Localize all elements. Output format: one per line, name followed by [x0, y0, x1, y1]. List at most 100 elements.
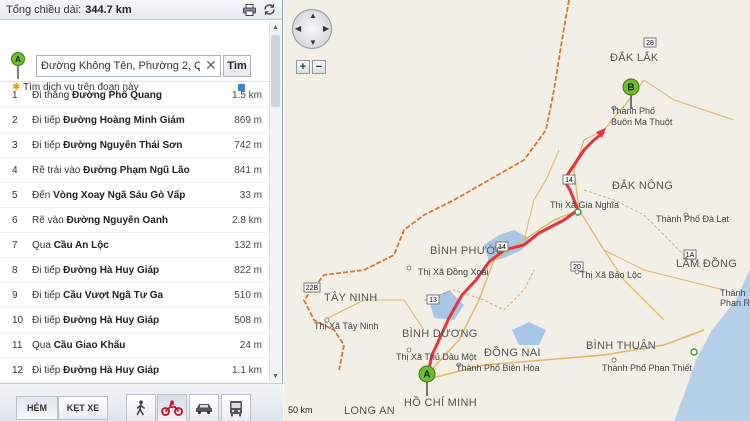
step-prefix: Đi thẳng [32, 89, 70, 101]
pan-right-icon[interactable]: ▶ [323, 24, 329, 33]
step-instruction: Đi tiếp Đường Hoàng Minh Giám [32, 115, 216, 126]
step-prefix: Đi tiếp [32, 314, 61, 326]
step-distance: 1.5 km [231, 89, 262, 101]
map-label-bao-loc: Thị Xã Bảo Lộc [580, 270, 642, 280]
step-distance: 1.1 km [231, 364, 262, 376]
step-road: Đường Phố Quang [72, 89, 162, 101]
direction-step[interactable]: 3 Đi tiếp Đường Nguyễn Thái Sơn 742 m [0, 133, 268, 158]
pan-down-icon[interactable]: ▼ [309, 38, 317, 47]
step-prefix: Qua [32, 239, 51, 251]
step-number: 10 [12, 314, 24, 326]
start-marker-label: A [423, 370, 430, 381]
step-number: 4 [12, 164, 18, 176]
search-button[interactable]: Tìm [223, 55, 251, 77]
start-pin-icon: A [10, 52, 26, 83]
step-distance: 841 m [234, 164, 262, 176]
tab-hem[interactable]: HẺM [16, 396, 58, 420]
refresh-icon[interactable] [262, 3, 276, 17]
map-label-tx-tay-ninh: Thị Xã Tây Ninh [314, 321, 379, 331]
tab-ket-xe[interactable]: KẸT XE [58, 396, 108, 420]
map-label-lam-dong: LÂM ĐỒNG [676, 258, 738, 270]
app: Tổng chiều dài: 344.7 km A ✕ Tìm ✱ Tìm d… [0, 0, 750, 421]
step-road: Đường Hoàng Minh Giám [63, 114, 185, 126]
pan-left-icon[interactable]: ◀ [295, 24, 301, 33]
step-number: 1 [12, 89, 18, 101]
step-number: 2 [12, 114, 18, 126]
step-number: 11 [12, 339, 23, 351]
steps-list: 1 Đi thẳng Đường Phố Quang 1.5 km 2 Đi tiếp … [0, 83, 268, 383]
step-distance: 869 m [234, 114, 262, 126]
map-label-bmt-2: Buôn Ma Thuột [611, 117, 673, 127]
step-number: 12 [12, 364, 24, 376]
zoom-out-button[interactable]: − [312, 60, 326, 74]
step-number: 6 [12, 214, 18, 226]
step-road: Đường Hà Huy Giáp [63, 264, 160, 276]
step-number: 8 [12, 264, 18, 276]
direction-step[interactable]: 11 Qua Cầu Giao Khẩu 24 m [0, 333, 268, 358]
scroll-up-icon[interactable]: ▲ [270, 22, 281, 33]
car-mode-button[interactable] [189, 394, 219, 421]
step-instruction: Đi tiếp Cầu Vượt Ngã Tư Ga [32, 290, 216, 301]
direction-step[interactable]: 2 Đi tiếp Đường Hoàng Minh Giám 869 m [0, 108, 268, 133]
step-road: Cầu An Lộc [53, 239, 109, 251]
zoom-in-button[interactable]: + [296, 60, 310, 74]
step-distance: 742 m [234, 139, 262, 151]
clear-icon[interactable]: ✕ [205, 58, 217, 72]
steps-scrollbar[interactable]: ▲ ▼ [269, 22, 281, 382]
bus-mode-button[interactable] [221, 394, 251, 421]
map-label-phan-thiet: Thành Phố Phan Thiết [602, 363, 692, 373]
pan-control[interactable]: ▲ ▼ ◀ ▶ [292, 9, 332, 49]
step-road: Vòng Xoay Ngã Sáu Gò Vấp [53, 189, 186, 201]
road-13-label: 13 [429, 297, 437, 304]
map-label-dong-xoai: Thị Xã Đồng Xoài [418, 267, 489, 277]
step-road: Đường Hà Huy Giáp [63, 314, 160, 326]
step-prefix: Rẽ vào [32, 214, 64, 226]
scroll-thumb[interactable] [271, 35, 280, 107]
step-instruction: Đến Vòng Xoay Ngã Sáu Gò Vấp [32, 190, 216, 201]
step-distance: 508 m [234, 314, 262, 326]
step-distance: 132 m [234, 239, 262, 251]
step-prefix: Đi tiếp [32, 289, 61, 301]
direction-step[interactable]: 5 Đến Vòng Xoay Ngã Sáu Gò Vấp 33 m [0, 183, 268, 208]
map-label-bien-hoa: Thành Phố Biên Hòa [456, 363, 540, 373]
direction-step[interactable]: 12 Đi tiếp Đường Hà Huy Giáp 1.1 km [0, 358, 268, 383]
map-view[interactable]: 14 14 20 22B 13 28 1A ĐẮK LẮK Thành Phố … [284, 0, 750, 421]
step-distance: 24 m [239, 339, 262, 351]
search-input[interactable] [36, 55, 221, 77]
step-instruction: Rẽ trái vào Đường Phạm Ngũ Lão [32, 165, 216, 176]
step-road: Đường Nguyễn Thái Sơn [63, 139, 183, 151]
direction-step[interactable]: 8 Đi tiếp Đường Hà Huy Giáp 822 m [0, 258, 268, 283]
motorbike-icon [161, 400, 183, 416]
step-instruction: Đi tiếp Đường Hà Huy Giáp [32, 365, 216, 376]
direction-step[interactable]: 6 Rẽ vào Đường Nguyễn Oanh 2.8 km [0, 208, 268, 233]
search-area: A ✕ Tìm ✱ Tìm dịch vụ trên đoạn này [0, 20, 282, 93]
car-icon [196, 404, 212, 414]
map-label-binh-duong: BÌNH DƯƠNG [402, 328, 478, 340]
pan-up-icon[interactable]: ▲ [309, 11, 317, 20]
map-label-binh-thuan: BÌNH THUẬN [586, 340, 657, 352]
motorbike-mode-button[interactable] [157, 394, 187, 421]
step-distance: 33 m [239, 189, 262, 201]
total-distance-label: Tổng chiều dài: [6, 3, 82, 16]
direction-step[interactable]: 4 Rẽ trái vào Đường Phạm Ngũ Lão 841 m [0, 158, 268, 183]
map-scale: 50 km [288, 405, 313, 415]
direction-step[interactable]: 7 Qua Cầu An Lộc 132 m [0, 233, 268, 258]
direction-step[interactable]: 1 Đi thẳng Đường Phố Quang 1.5 km [0, 83, 268, 108]
step-road: Đường Phạm Ngũ Lão [83, 164, 190, 176]
step-road: Cầu Vượt Ngã Tư Ga [63, 289, 164, 301]
walk-mode-button[interactable] [126, 394, 156, 421]
step-distance: 2.8 km [231, 214, 262, 226]
step-road: Đường Hà Huy Giáp [63, 364, 160, 376]
step-prefix: Qua [32, 339, 51, 351]
step-number: 7 [12, 239, 18, 251]
map-label-phan-rang: Phan Rang [720, 298, 750, 308]
direction-step[interactable]: 9 Đi tiếp Cầu Vượt Ngã Tư Ga 510 m [0, 283, 268, 308]
step-number: 9 [12, 289, 18, 301]
step-road: Đường Nguyễn Oanh [66, 214, 169, 226]
scroll-down-icon[interactable]: ▼ [270, 371, 281, 382]
step-prefix: Đi tiếp [32, 364, 61, 376]
printer-icon[interactable] [242, 3, 256, 17]
direction-step[interactable]: 10 Đi tiếp Đường Hà Huy Giáp 508 m [0, 308, 268, 333]
walk-icon [136, 400, 145, 416]
map-label-thu-dau-mot: Thị Xã Thủ Dầu Một [396, 352, 477, 362]
